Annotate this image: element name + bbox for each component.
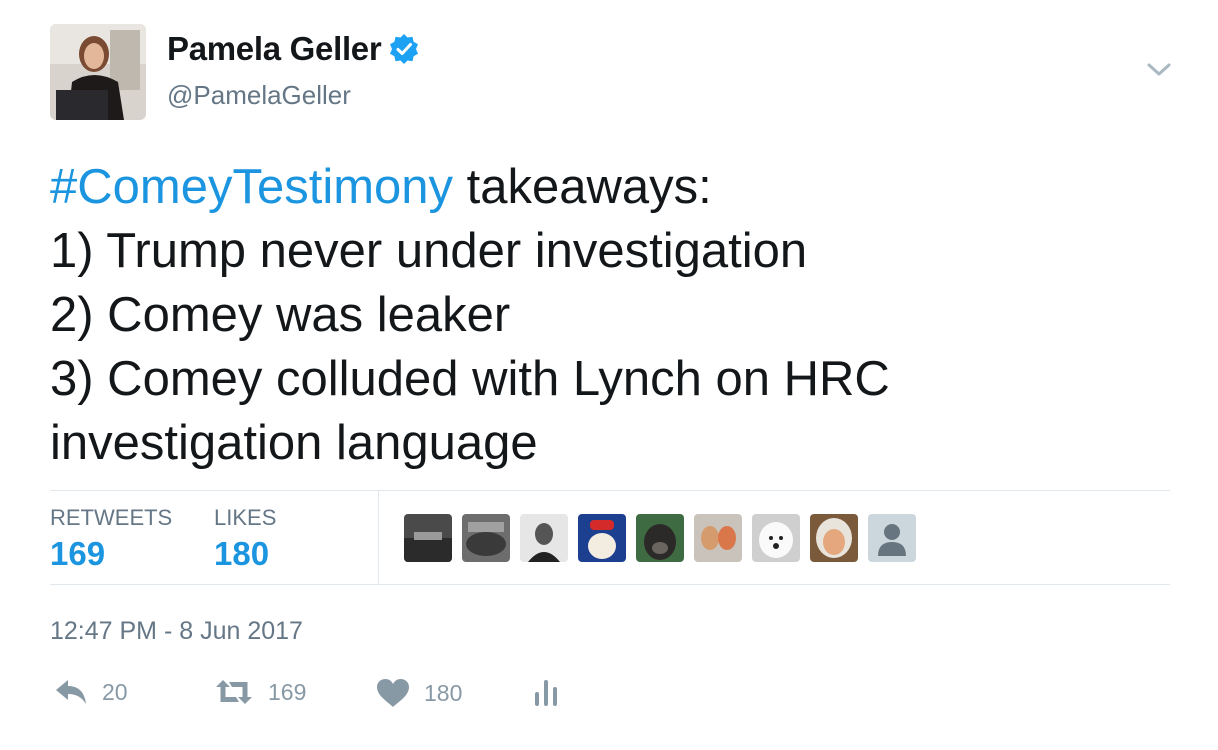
stats-bottom-divider [50,584,1170,585]
tweet-line: 2) Comey was leaker [50,288,511,342]
tweet-line-text: takeaways: [453,160,712,214]
liker-avatar[interactable] [462,514,510,562]
retweets-value: 169 [50,535,106,572]
author-handle[interactable]: @PamelaGeller [167,80,351,111]
liker-avatar[interactable] [810,514,858,562]
retweet-action[interactable]: 169 [214,678,306,706]
like-count: 180 [424,679,463,706]
liker-avatar[interactable] [520,514,568,562]
liker-avatar[interactable] [578,514,626,562]
liker-avatar[interactable] [636,514,684,562]
reply-action[interactable]: 20 [54,678,128,706]
like-action[interactable]: 180 [376,678,462,708]
tweet-line: 1) Trump never under investigation [50,224,808,278]
heart-icon [376,678,410,708]
liker-avatars [404,514,926,562]
author-name[interactable]: Pamela Geller [167,30,382,68]
liker-avatar[interactable] [868,514,916,562]
likes-value: 180 [214,535,270,572]
liker-avatar[interactable] [752,514,800,562]
tweet-line: investigation language [50,416,538,470]
author-name-row: Pamela Geller [167,30,420,68]
tweet-stats: RETWEETS 169 LIKES 180 [50,491,1170,585]
liker-avatar[interactable] [694,514,742,562]
retweet-count: 169 [268,678,307,705]
author-avatar[interactable] [50,24,146,120]
analytics-icon [534,678,558,708]
chevron-down-icon[interactable] [1146,60,1172,80]
tweet-text: #ComeyTestimony takeaways: 1) Trump neve… [50,155,1180,475]
tweet-line: #ComeyTestimony takeaways: [50,155,1180,219]
analytics-action[interactable] [534,678,558,708]
hashtag-link[interactable]: #ComeyTestimony [50,160,453,214]
retweet-icon [214,678,254,706]
reply-count: 20 [102,678,128,705]
retweets-label: RETWEETS [50,505,173,530]
stats-separator [378,491,379,585]
tweet-line: 3) Comey colluded with Lynch on HRC [50,352,890,406]
tweet-timestamp[interactable]: 12:47 PM - 8 Jun 2017 [50,617,303,646]
reply-icon [54,678,88,706]
likes-label: LIKES [214,505,277,530]
liker-avatar[interactable] [404,514,452,562]
verified-badge-icon [388,33,420,65]
